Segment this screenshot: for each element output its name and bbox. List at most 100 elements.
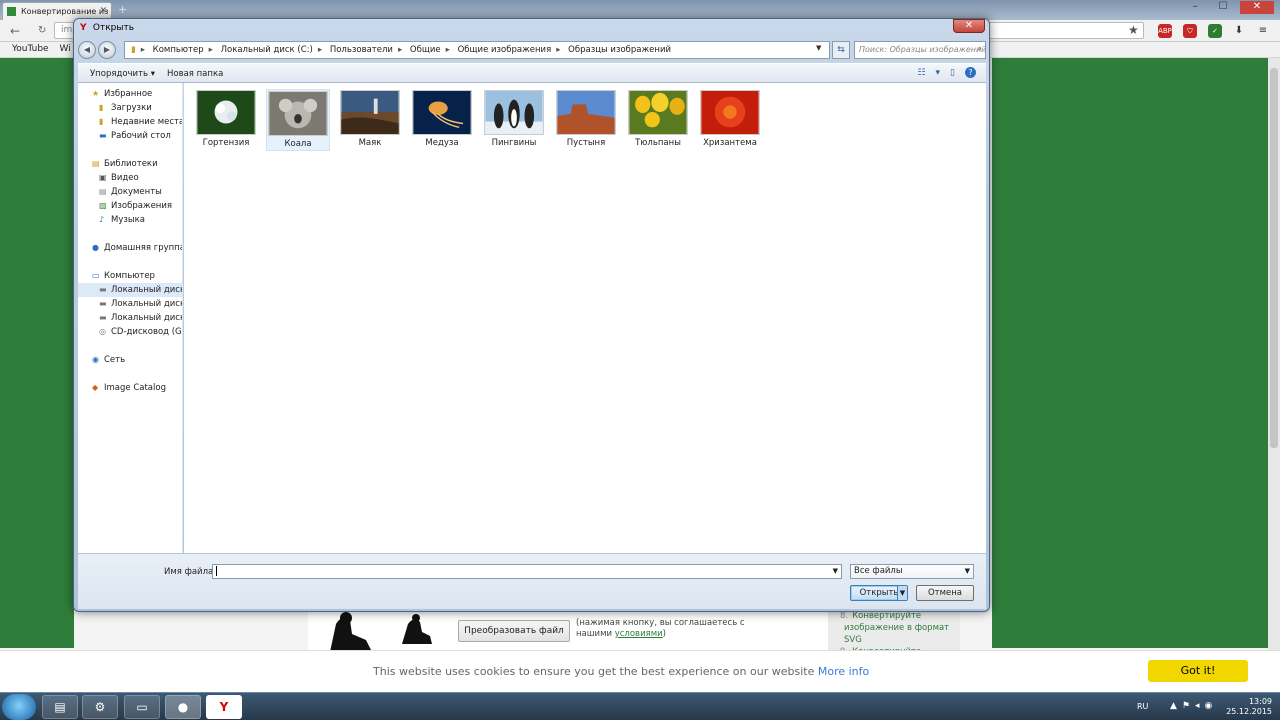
breadcrumb-item[interactable]: Компьютер xyxy=(153,45,204,55)
nav-item[interactable]: ▤ Документы xyxy=(78,185,182,199)
search-input[interactable]: Поиск: Образцы изображений ⌕ xyxy=(854,41,986,59)
download-icon[interactable]: ⬇ xyxy=(1232,24,1246,38)
clock-date: 25.12.2015 xyxy=(1226,707,1272,716)
more-info-link[interactable]: More info xyxy=(818,665,869,678)
explorer-taskbar-icon[interactable]: ▤ xyxy=(42,695,78,719)
breadcrumb-item[interactable]: Локальный диск (C:) xyxy=(221,45,313,55)
check-icon[interactable]: ✓ xyxy=(1208,24,1222,38)
nav-item[interactable]: ▬Локальный диск (F: xyxy=(78,311,182,325)
nav-item[interactable]: ▨ Изображения xyxy=(78,199,182,213)
computer-taskbar-icon[interactable]: ▭ xyxy=(124,695,160,719)
file-item[interactable]: Коала xyxy=(266,89,330,151)
scroll-thumb[interactable] xyxy=(1270,68,1278,448)
shield-icon[interactable]: ⛉ xyxy=(1183,24,1197,38)
desert-thumbnail xyxy=(556,90,616,135)
nav-item[interactable]: ♪ Музыка xyxy=(78,213,182,227)
nav-favorites[interactable]: ★ Избранное xyxy=(78,87,182,101)
steps-list: 8. Конвертируйте изображение в формат SVG… xyxy=(828,608,960,657)
nav-item[interactable]: ▬Локальный диск (D xyxy=(78,297,182,311)
preview-pane-icon[interactable]: ▯ xyxy=(950,68,965,78)
file-item[interactable]: Медуза xyxy=(410,89,474,151)
bookmark-wi[interactable]: Wi xyxy=(59,44,70,54)
hydrangea-thumbnail xyxy=(196,90,256,135)
nav-computer[interactable]: ▭ Компьютер xyxy=(78,269,182,283)
filename-input[interactable]: ▼ xyxy=(212,564,842,579)
music-icon: ♪ xyxy=(99,215,105,224)
file-item[interactable]: Хризантема xyxy=(698,89,762,151)
refresh-icon[interactable]: ⇆ xyxy=(832,41,850,59)
list-item[interactable]: SVG xyxy=(840,634,960,646)
nav-network[interactable]: ◉ Сеть xyxy=(78,353,182,367)
nav-item[interactable]: ◎ CD-дисковод (G:) xyxy=(78,325,182,339)
nav-item[interactable]: ▣ Видео xyxy=(78,171,182,185)
search-icon: ⌕ xyxy=(977,44,982,53)
cancel-button[interactable]: Отмена xyxy=(916,585,974,601)
adblock-icon[interactable]: ABP xyxy=(1158,24,1172,38)
open-button[interactable]: Открыть ▼ xyxy=(850,585,908,601)
maximize-icon[interactable]: ☐ xyxy=(1212,1,1234,14)
help-icon[interactable]: ? xyxy=(965,67,976,78)
documents-icon: ▤ xyxy=(99,187,107,196)
organize-menu[interactable]: Упорядочить ▾ xyxy=(90,69,155,79)
recent-places-icon: ▮ xyxy=(99,117,104,126)
nav-item[interactable]: ▮ Недавние места xyxy=(78,115,182,129)
file-name: Хризантема xyxy=(703,138,757,148)
file-name: Маяк xyxy=(358,138,382,148)
downloads-icon: ▮ xyxy=(99,103,104,112)
view-controls: ☷▾▯? xyxy=(917,67,976,78)
nav-homegroup[interactable]: ● Домашняя группа xyxy=(78,241,182,255)
page-scrollbar[interactable] xyxy=(1268,58,1280,692)
convert-file-button[interactable]: Преобразовать файл xyxy=(458,620,570,642)
chevron-down-icon[interactable]: ▼ xyxy=(833,567,838,575)
nav-item[interactable]: ▬ Рабочий стол xyxy=(78,129,182,143)
got-it-button[interactable]: Got it! xyxy=(1148,660,1248,682)
yandex-taskbar-icon[interactable]: Y xyxy=(206,695,242,719)
open-dropdown-icon[interactable]: ▼ xyxy=(897,586,907,600)
chrome-taskbar-icon[interactable]: ● xyxy=(165,695,201,719)
network-taskbar-icon[interactable]: ⚙ xyxy=(82,695,118,719)
list-item[interactable]: изображение в формат xyxy=(840,622,960,634)
file-item[interactable]: Пустыня xyxy=(554,89,618,151)
language-indicator[interactable]: RU xyxy=(1137,702,1148,711)
breadcrumb-item[interactable]: Пользователи xyxy=(330,45,393,55)
file-item[interactable]: Тюльпаны xyxy=(626,89,690,151)
tray-icons[interactable]: ▲⚑◂◉ xyxy=(1170,701,1217,711)
view-options-icon[interactable]: ☷▾ xyxy=(917,68,950,78)
nav-libraries[interactable]: ▤ Библиотеки xyxy=(78,157,182,171)
new-folder-button[interactable]: Новая папка xyxy=(167,69,223,79)
reload-icon[interactable]: ↻ xyxy=(38,25,46,36)
terms-link[interactable]: условиями xyxy=(615,629,663,639)
breadcrumb-item[interactable]: Общие xyxy=(410,45,441,55)
path-dropdown-icon[interactable]: ▼ xyxy=(816,44,821,52)
tab-title: Конвертирование из xyxy=(21,7,109,16)
file-item[interactable]: Гортензия xyxy=(194,89,258,151)
file-name: Коала xyxy=(284,139,312,149)
new-tab-icon[interactable]: + xyxy=(118,3,127,16)
filetype-select[interactable]: Все файлы ▼ xyxy=(850,564,974,579)
dialog-close-icon[interactable]: ✕ xyxy=(953,19,985,33)
minimize-icon[interactable]: – xyxy=(1184,1,1206,14)
bookmark-star-icon[interactable]: ★ xyxy=(1128,23,1139,37)
dialog-forward-icon[interactable]: ▶ xyxy=(98,41,116,59)
terms-close: ) xyxy=(662,629,666,639)
clock[interactable]: 13:09 25.12.2015 xyxy=(1226,697,1272,717)
menu-icon[interactable]: ≡ xyxy=(1256,24,1270,38)
close-window-icon[interactable]: ✕ xyxy=(1240,1,1274,14)
nav-image-catalog[interactable]: ◆ Image Catalog xyxy=(78,381,182,395)
back-icon[interactable]: ← xyxy=(10,24,20,38)
jellyfish-thumbnail xyxy=(412,90,472,135)
file-name: Гортензия xyxy=(202,138,250,148)
file-item[interactable]: Маяк xyxy=(338,89,402,151)
breadcrumb-item[interactable]: Образцы изображений xyxy=(568,45,671,55)
nav-item[interactable]: ▮ Загрузки xyxy=(78,101,182,115)
start-button[interactable] xyxy=(2,694,36,720)
breadcrumb-item[interactable]: Общие изображения xyxy=(458,45,552,55)
computer-icon: ▭ xyxy=(92,271,100,280)
file-item[interactable]: Пингвины xyxy=(482,89,546,151)
chevron-down-icon: ▼ xyxy=(964,567,970,575)
breadcrumb[interactable]: ▮ ▸ Компьютер ▸ Локальный диск (C:) ▸ Польз… xyxy=(124,41,830,59)
tab-close-icon[interactable]: ✕ xyxy=(99,6,107,16)
dialog-back-icon[interactable]: ◀ xyxy=(78,41,96,59)
nav-item[interactable]: ▬Локальный диск (C xyxy=(78,283,182,297)
bookmark-youtube[interactable]: YouTube xyxy=(12,44,49,54)
